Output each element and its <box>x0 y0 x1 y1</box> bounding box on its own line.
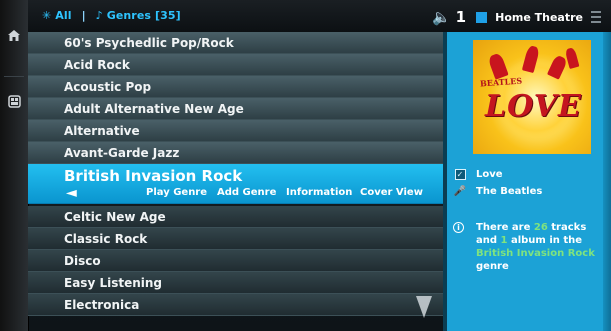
play-genre-button[interactable]: Play Genre <box>146 185 207 201</box>
genre-row[interactable]: Acid Rock <box>28 54 443 76</box>
breadcrumb-separator: | <box>81 9 86 22</box>
genre-name: British Invasion Rock <box>64 167 243 185</box>
scroll-down-arrow-icon[interactable] <box>416 296 432 318</box>
zone-count: 1 <box>455 8 467 26</box>
information-button[interactable]: Information <box>286 185 352 201</box>
home-icon[interactable] <box>6 27 22 43</box>
genre-row[interactable]: Avant-Garde Jazz <box>28 142 443 164</box>
genre-row[interactable]: Classic Rock <box>28 228 443 250</box>
genre-row[interactable]: Disco <box>28 250 443 272</box>
album-cover-figure <box>564 47 580 69</box>
album-icon: ✓ <box>453 169 467 180</box>
genre-row-selected[interactable]: British Invasion Rock ◄ Play Genre Add Genr… <box>28 164 443 204</box>
genre-row[interactable]: Alternative <box>28 120 443 142</box>
breadcrumb-genres[interactable]: Genres [35] <box>107 9 181 22</box>
zone-color-square <box>476 11 488 23</box>
details-pane: BEATLES LOVE ✓ Love 🎤 The Beatles i Ther… <box>443 32 611 331</box>
genre-list: 60's Psychedlic Pop/Rock Acid Rock Acousti… <box>28 32 443 331</box>
genre-info-text: There are 26 tracks and 1 album in the B… <box>476 222 595 272</box>
album-count: 1 <box>500 235 508 246</box>
add-genre-button[interactable]: Add Genre <box>217 185 276 201</box>
panel-icon[interactable] <box>6 93 22 109</box>
zone-name: Home Theatre <box>495 10 583 24</box>
music-note-icon: ♪ <box>95 9 103 22</box>
back-arrow-icon[interactable]: ◄ <box>66 185 77 201</box>
breadcrumb-all[interactable]: All <box>55 9 71 22</box>
album-cover-title: LOVE <box>485 89 582 124</box>
album-cover[interactable]: BEATLES LOVE <box>473 40 591 154</box>
genre-row[interactable]: Celtic New Age <box>28 206 443 228</box>
rail-divider <box>4 76 24 77</box>
menu-lines-icon[interactable] <box>591 11 601 23</box>
pane-edge <box>603 32 611 331</box>
album-cover-figure <box>487 52 509 80</box>
album-name: Love <box>476 169 503 180</box>
genre-row[interactable]: Adult Alternative New Age <box>28 98 443 120</box>
media-browser-window: ✳ All | ♪ Genres [35] 🔈 1 Home Theatre 6… <box>0 0 611 331</box>
asterisk-icon: ✳ <box>42 9 52 22</box>
artist-icon: 🎤 <box>453 186 467 197</box>
zone-selector[interactable]: 🔈 1 Home Theatre <box>431 6 601 28</box>
artist-line: 🎤 The Beatles <box>453 186 543 197</box>
album-line: ✓ Love <box>453 169 503 180</box>
genre-row[interactable]: Acoustic Pop <box>28 76 443 98</box>
genre-row[interactable]: Electronica <box>28 294 443 316</box>
breadcrumb: ✳ All | ♪ Genres [35] <box>42 9 181 22</box>
genre-row[interactable]: Easy Listening <box>28 272 443 294</box>
cover-view-button[interactable]: Cover View <box>360 185 423 201</box>
top-bar: ✳ All | ♪ Genres [35] 🔈 1 Home Theatre <box>28 0 611 32</box>
side-nav-rail <box>0 0 29 331</box>
artist-name: The Beatles <box>476 186 543 197</box>
track-count: 26 <box>533 222 548 233</box>
info-icon: i <box>453 222 464 233</box>
genre-name: British Invasion Rock <box>476 248 595 259</box>
speaker-icon: 🔈 <box>431 8 451 26</box>
genre-row[interactable]: 60's Psychedlic Pop/Rock <box>28 32 443 54</box>
genre-actions: ◄ Play Genre Add Genre Information Cover Vie… <box>28 185 443 201</box>
